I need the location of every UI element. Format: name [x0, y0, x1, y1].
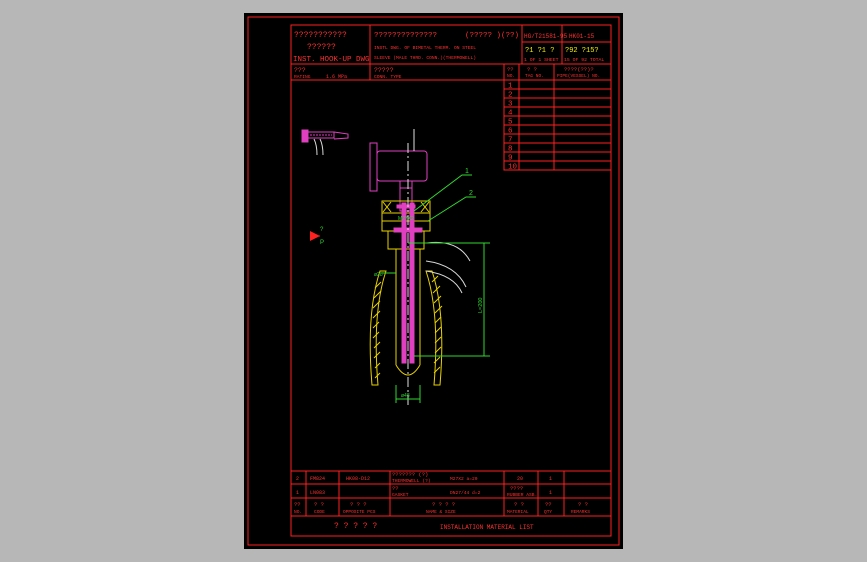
material-row: 1 LN083 ?? GASKET DN27/44 d=2 ???? RUBBE…	[296, 485, 552, 498]
tag-row-number: 3	[508, 101, 513, 109]
drawing-title-cn: ??????????????	[374, 32, 437, 40]
tag-header-tag-cn: ? ?	[527, 66, 537, 73]
material-row-2-material-cn: ????	[510, 485, 523, 492]
rating-value: 1.6 MPa	[326, 74, 347, 80]
tag-header-pipe-cn: ????(??)?	[564, 66, 594, 73]
title-en: INST. HOOK-UP DWG	[293, 56, 370, 64]
material-row-2-name-en: GASKET	[392, 492, 409, 498]
material-row-2-no: 1	[296, 490, 299, 496]
material-list: 2 FM824 HK08-D12 ??????? (?) THERMOWELL …	[290, 470, 612, 537]
material-row-1-name-cn: ??????? (?)	[392, 471, 428, 478]
tag-row-number: 7	[508, 137, 513, 145]
tag-row-number: 4	[508, 110, 513, 118]
sheet-en: 1 OF 1 SHEET	[524, 57, 559, 63]
dimensions: M27X2 ø28 L=200 ø48	[374, 216, 490, 403]
material-row-1-name-en: THERMOWELL (?)	[392, 478, 431, 484]
thermometer-head	[369, 129, 428, 212]
material-row-2-spec: DN27/44 d=2	[450, 490, 481, 496]
svg-text:? ? ? ?: ? ? ? ?	[432, 501, 455, 508]
svg-text:MATERIAL: MATERIAL	[507, 509, 529, 515]
tag-row-number: 1	[508, 83, 513, 91]
svg-text:? ?: ? ?	[314, 501, 324, 508]
svg-text:NO.: NO.	[294, 509, 302, 515]
material-row-1-no: 2	[296, 476, 299, 482]
svg-text:? ?: ? ?	[514, 501, 524, 508]
title-block: ??????????? ?????? INST. HOOK-UP DWG ???…	[291, 25, 611, 81]
svg-text:OPPOSITE PCS: OPPOSITE PCS	[343, 509, 376, 515]
material-row-2-material: RUBBER ASB.	[507, 492, 537, 498]
total-en: 15 OF 92 TOTAL	[564, 57, 604, 63]
material-row-1-spec: M27X2 a=20	[450, 476, 478, 482]
material-header: ?? NO. ? ? CODE ? ? ? OPPOSITE PCS ? ? ?…	[294, 501, 590, 515]
tag-row-number: 8	[508, 146, 513, 154]
svg-text:??: ??	[294, 501, 301, 508]
title-cn-sub: ??????	[307, 43, 336, 52]
tag-header-tag-en: TAG NO.	[525, 73, 544, 79]
tag-row-number: 9	[508, 155, 513, 163]
dim-od: ø28	[374, 272, 383, 278]
dim-insert: L=200	[478, 298, 484, 313]
std-number: HG/T21581-95	[524, 33, 568, 40]
dim-thread: M27X2	[398, 216, 414, 222]
material-row-1-code: FM824	[310, 476, 325, 482]
material-row-2-qty: 1	[549, 490, 552, 496]
drawing-title-en-2: SLEEVE (MALE THRD. CONN.)(THERMOWELL)	[374, 55, 476, 61]
svg-text:? ? ?: ? ? ?	[350, 501, 367, 508]
svg-text:? ?: ? ?	[578, 501, 588, 508]
material-list-title-cn: ? ? ? ? ?	[334, 522, 377, 531]
tag-header-no-en: NO.	[507, 73, 515, 79]
rating-en: RATING	[294, 74, 311, 80]
tag-table: ?? NO. ? ? TAG NO. ????(??)? PIPE(VESSEL…	[503, 63, 612, 172]
leader-label-2: 2	[469, 190, 473, 197]
tag-row-number: 2	[508, 92, 513, 100]
title-cn: ???????????	[294, 31, 347, 40]
dim-pipe: ø48	[401, 393, 410, 399]
material-row-1-material: 20	[517, 476, 523, 482]
tag-row-number: 10	[508, 164, 518, 172]
conn-type-cn: ?????	[374, 67, 394, 74]
svg-text:REMARKS: REMARKS	[571, 509, 590, 515]
material-row-1-code2: HK08-D12	[346, 476, 370, 482]
drawing-title-en-1: INSTL DWG. OF BIMETAL THERM. ON STEEL	[374, 45, 476, 51]
sheet-cn: ?1 ?1 ?	[525, 47, 554, 55]
conn-type-en: CONN. TYPE	[374, 74, 402, 80]
drawing-frame	[290, 24, 612, 537]
rating-cn: ???	[294, 67, 306, 74]
tag-header-no-cn: ??	[507, 66, 514, 73]
std-cn: (????? )(??)	[465, 32, 519, 40]
material-row-2-code: LN083	[310, 490, 325, 496]
tag-row-number: 6	[508, 128, 513, 136]
thermometer-sketch	[301, 129, 349, 156]
svg-text:??: ??	[545, 501, 552, 508]
material-list-title-en: INSTALLATION MATERIAL LIST	[440, 524, 534, 531]
total-cn: ?92 ?15?	[565, 47, 599, 55]
tag-header-pipe-en: PIPE(VESSEL) NO.	[557, 73, 600, 79]
drawing-sheet: ??????????? ?????? INST. HOOK-UP DWG ???…	[244, 13, 623, 549]
flow-arrow: ? P	[310, 227, 324, 246]
svg-text:CODE: CODE	[314, 509, 325, 515]
flow-label-en: P	[320, 240, 324, 246]
svg-text:QTY: QTY	[544, 509, 552, 515]
leader-label-1: 1	[465, 168, 469, 175]
material-row: 2 FM824 HK08-D12 ??????? (?) THERMOWELL …	[296, 471, 552, 484]
dwg-number: HK01-15	[569, 33, 595, 40]
material-row-2-name-cn: ??	[392, 485, 399, 492]
material-row-1-qty: 1	[549, 476, 552, 482]
detail-drawing: 1 2 M27X2 ø28 L=200 ø48 ? P	[301, 129, 490, 405]
flow-label-cn: ?	[320, 227, 324, 233]
svg-text:NAME & SIZE: NAME & SIZE	[426, 509, 456, 515]
tag-row-number: 5	[508, 119, 513, 127]
